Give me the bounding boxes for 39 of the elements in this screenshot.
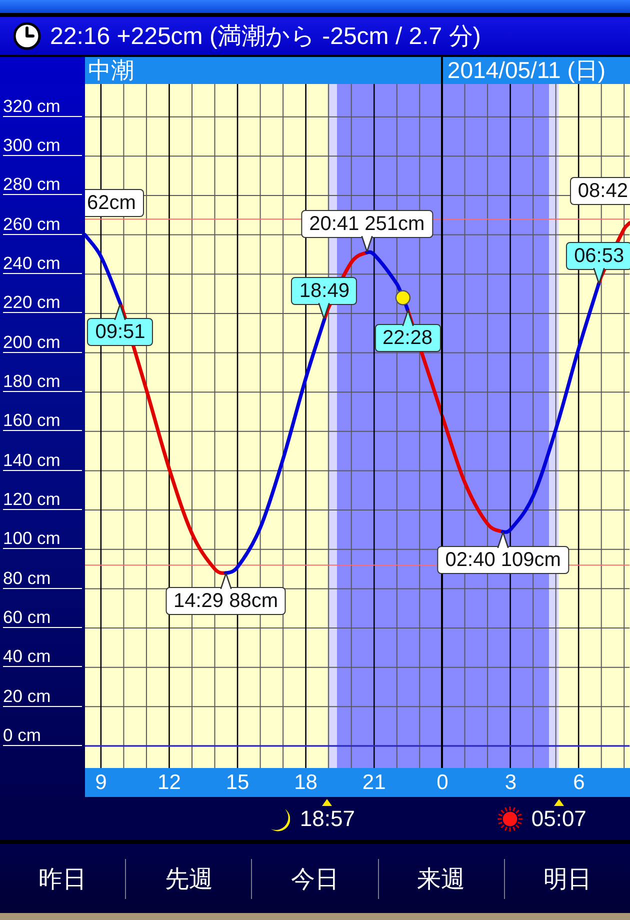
- tide-extreme-label: 20:41 251cm: [301, 210, 433, 238]
- y-axis-label: 180 cm: [3, 371, 82, 392]
- y-axis-label: 280 cm: [3, 174, 82, 196]
- panel-title: 中潮: [88, 57, 134, 84]
- y-axis-label: 80 cm: [3, 568, 82, 589]
- y-axis-label: 100 cm: [3, 528, 82, 550]
- tide-time-label: 06:53: [566, 242, 630, 270]
- tide-extreme-label: 02:40 109cm: [437, 546, 569, 574]
- sunset-time: 18:57: [300, 805, 355, 833]
- current-tide-reading: 22:16 +225cm (満潮から -25cm / 2.7 分): [50, 22, 481, 52]
- x-axis-label: 21: [362, 770, 386, 796]
- y-axis-label: 240 cm: [3, 253, 82, 274]
- tide-time-label: 18:49: [291, 277, 358, 306]
- y-axis-label: 40 cm: [3, 646, 82, 668]
- y-axis-label: 220 cm: [3, 292, 82, 314]
- y-axis-label: 140 cm: [3, 450, 82, 471]
- y-axis-label: 320 cm: [3, 96, 82, 117]
- tide-time-label: 09:51: [87, 318, 154, 346]
- y-axis-label: 160 cm: [3, 410, 82, 432]
- x-axis-label: 12: [158, 770, 181, 796]
- x-axis-label: 18: [294, 770, 318, 796]
- x-axis-label: 6: [573, 770, 585, 796]
- x-axis-label: 9: [95, 770, 107, 796]
- y-axis-label: 60 cm: [3, 607, 82, 628]
- y-axis-label: 200 cm: [3, 332, 82, 353]
- tide-time-label: 22:28: [374, 324, 441, 352]
- tide-extreme-label: 62cm: [85, 188, 144, 217]
- y-axis-label: 300 cm: [3, 135, 82, 156]
- y-axis-label: 20 cm: [3, 686, 82, 707]
- sunrise-time: 05:07: [531, 805, 586, 833]
- y-axis-label: 120 cm: [3, 489, 82, 510]
- y-axis-label: 260 cm: [3, 214, 82, 235]
- tide-extreme-label: 14:29 88cm: [166, 586, 286, 615]
- y-axis-label: 0 cm: [3, 724, 82, 746]
- panel-title: 2014/05/11 (日): [447, 57, 606, 84]
- x-axis-label: 3: [504, 770, 517, 796]
- tide-extreme-label: 08:42: [570, 177, 630, 205]
- x-axis-label: 15: [226, 770, 250, 796]
- x-axis-label: 0: [436, 770, 448, 796]
